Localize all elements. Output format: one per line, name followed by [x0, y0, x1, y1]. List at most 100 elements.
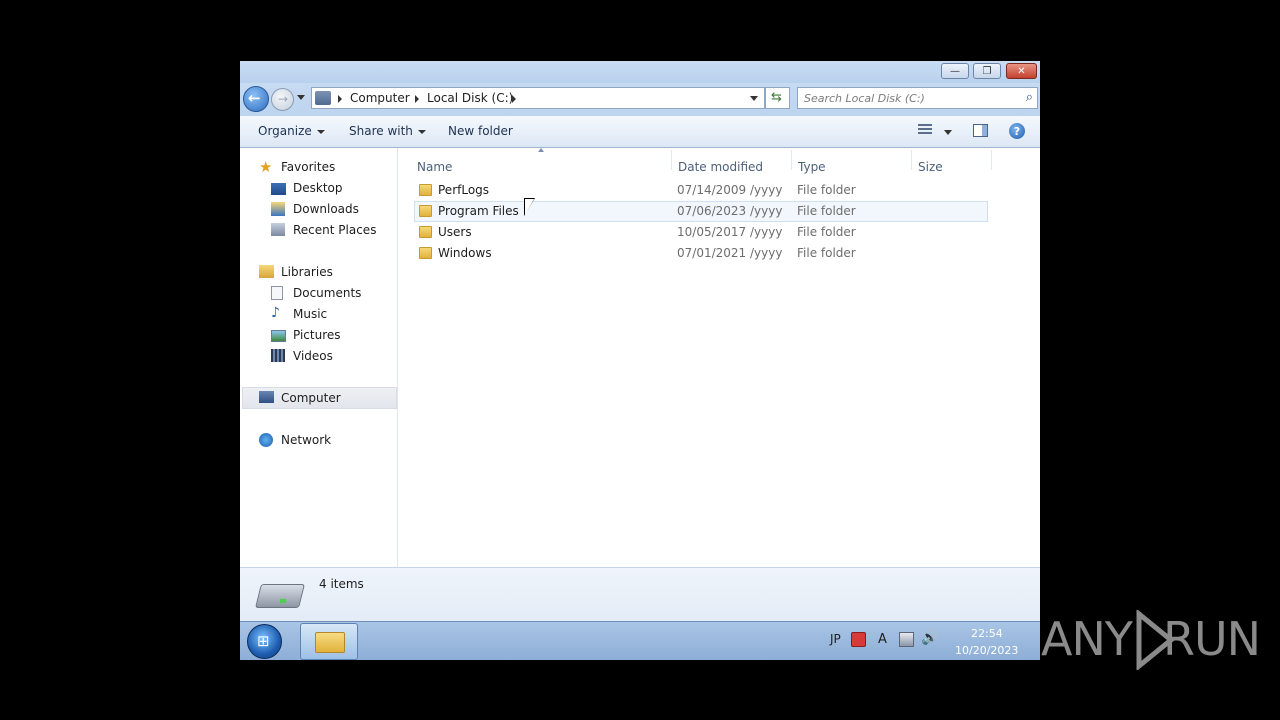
- column-header-type[interactable]: Type: [798, 160, 826, 174]
- clock-date[interactable]: 10/20/2023: [955, 644, 1018, 657]
- nav-favorites[interactable]: ★ Favorites: [259, 158, 389, 178]
- nav-libraries[interactable]: Libraries: [259, 263, 389, 283]
- column-divider[interactable]: [791, 150, 792, 170]
- clock-time[interactable]: 22:54: [971, 627, 1003, 640]
- computer-icon: [259, 391, 274, 403]
- nav-documents[interactable]: Documents: [271, 284, 391, 304]
- file-type: File folder: [797, 225, 856, 239]
- close-button[interactable]: ✕: [1006, 63, 1037, 79]
- watermark-text-right: RUN: [1163, 612, 1261, 666]
- command-bar: Organize Share with New folder ?: [240, 116, 1040, 148]
- volume-icon[interactable]: 🔊: [921, 630, 938, 646]
- file-date: 07/14/2009 /yyyy: [677, 183, 783, 197]
- file-row-program-files[interactable]: Program Files 07/06/2023 /yyyy File fold…: [414, 201, 988, 222]
- nav-recent-places-label: Recent Places: [293, 223, 377, 237]
- forward-button[interactable]: →: [271, 88, 294, 111]
- nav-videos[interactable]: Videos: [271, 347, 391, 367]
- maximize-button[interactable]: ❐: [973, 63, 1001, 79]
- nav-computer[interactable]: Computer: [242, 387, 397, 409]
- file-name: PerfLogs: [438, 183, 490, 197]
- column-header-date[interactable]: Date modified: [678, 160, 763, 174]
- file-row-perflogs[interactable]: PerfLogs 07/14/2009 /yyyy File folder: [414, 180, 988, 201]
- minimize-icon: —: [950, 65, 960, 77]
- column-divider[interactable]: [671, 150, 672, 170]
- nav-desktop[interactable]: Desktop: [271, 179, 391, 199]
- file-date: 07/06/2023 /yyyy: [677, 204, 783, 218]
- search-input[interactable]: [804, 90, 1014, 106]
- file-type: File folder: [797, 204, 856, 218]
- nav-pictures[interactable]: Pictures: [271, 326, 391, 346]
- column-header-size[interactable]: Size: [918, 160, 943, 174]
- nav-downloads[interactable]: Downloads: [271, 200, 391, 220]
- nav-computer-label: Computer: [281, 391, 341, 405]
- sort-ascending-icon: [538, 148, 544, 152]
- windows-logo-icon: ⊞: [257, 632, 270, 650]
- recent-places-icon: [271, 223, 285, 236]
- breadcrumb-computer[interactable]: Computer: [350, 91, 410, 105]
- file-name: Program Files: [438, 204, 519, 218]
- breadcrumb-arrow-icon[interactable]: [512, 95, 516, 103]
- network-icon: [259, 433, 273, 447]
- nav-music[interactable]: ♪ Music: [271, 305, 391, 325]
- folder-icon: [315, 632, 345, 653]
- organize-button[interactable]: Organize: [258, 124, 325, 138]
- downloads-icon: [271, 202, 285, 216]
- address-bar[interactable]: Computer Local Disk (C:): [311, 87, 765, 109]
- file-row-users[interactable]: Users 10/05/2017 /yyyy File folder: [414, 222, 988, 243]
- start-button[interactable]: ⊞: [247, 624, 282, 659]
- taskbar-explorer-button[interactable]: [300, 623, 358, 660]
- address-dropdown-icon[interactable]: [750, 96, 758, 101]
- language-indicator[interactable]: JP: [830, 632, 841, 646]
- column-header-name[interactable]: Name: [417, 160, 452, 174]
- column-divider[interactable]: [911, 150, 912, 170]
- folder-icon: [419, 247, 432, 259]
- preview-pane-icon[interactable]: [973, 124, 988, 137]
- help-icon[interactable]: ?: [1009, 123, 1025, 139]
- title-bar[interactable]: — ❐ ✕: [240, 61, 1040, 83]
- nav-desktop-label: Desktop: [293, 181, 343, 195]
- close-icon: ✕: [1017, 65, 1026, 77]
- security-shield-icon[interactable]: [851, 632, 866, 647]
- items-count: 4 items: [319, 577, 364, 591]
- view-options-dropdown-icon[interactable]: [944, 130, 952, 135]
- pictures-icon: [271, 330, 286, 342]
- folder-icon: [419, 184, 432, 196]
- nav-libraries-label: Libraries: [281, 265, 333, 279]
- videos-icon: [271, 349, 285, 362]
- breadcrumb-arrow-icon[interactable]: [338, 95, 342, 103]
- search-icon[interactable]: ⌕: [1026, 90, 1033, 105]
- change-view-icon[interactable]: [918, 124, 932, 136]
- breadcrumb-arrow-icon[interactable]: [415, 95, 419, 103]
- column-divider[interactable]: [991, 150, 992, 170]
- share-with-label: Share with: [349, 124, 413, 138]
- navigation-bar: ← → Computer Local Disk (C:) ⇆ ⌕: [240, 83, 1040, 116]
- nav-downloads-label: Downloads: [293, 202, 359, 216]
- share-with-button[interactable]: Share with: [349, 124, 426, 138]
- action-center-flag-icon[interactable]: [899, 632, 914, 647]
- organize-label: Organize: [258, 124, 312, 138]
- new-folder-button[interactable]: New folder: [448, 124, 513, 138]
- chevron-down-icon: [417, 129, 426, 134]
- ime-mode-indicator[interactable]: A: [878, 632, 887, 647]
- anyrun-watermark: ANY RUN: [1041, 608, 1261, 672]
- search-box[interactable]: ⌕: [797, 87, 1038, 109]
- file-date: 10/05/2017 /yyyy: [677, 225, 783, 239]
- nav-recent-places[interactable]: Recent Places: [271, 221, 391, 241]
- back-button[interactable]: ←: [243, 86, 269, 112]
- file-list: Name Date modified Type Size PerfLogs 07…: [400, 148, 1040, 567]
- explorer-window: — ❐ ✕ ← → Computer Local Disk (C:) ⇆ ⌕ O…: [240, 61, 1040, 660]
- libraries-icon: [259, 265, 274, 278]
- minimize-button[interactable]: —: [941, 63, 969, 79]
- nav-network[interactable]: Network: [259, 431, 389, 451]
- computer-icon: [315, 91, 331, 105]
- folder-icon: [419, 226, 432, 238]
- refresh-button[interactable]: ⇆: [765, 87, 790, 109]
- file-row-windows[interactable]: Windows 07/01/2021 /yyyy File folder: [414, 243, 988, 264]
- navigation-pane: ★ Favorites Desktop Downloads Recent Pla…: [240, 148, 398, 567]
- breadcrumb-local-disk[interactable]: Local Disk (C:): [427, 91, 513, 105]
- taskbar: ⊞ JP A 🔊 22:54 10/20/2023: [240, 621, 1040, 660]
- recent-pages-dropdown-icon[interactable]: [297, 95, 305, 100]
- drive-led-icon: [280, 599, 286, 603]
- documents-icon: [271, 286, 283, 300]
- hard-drive-icon: [255, 584, 305, 608]
